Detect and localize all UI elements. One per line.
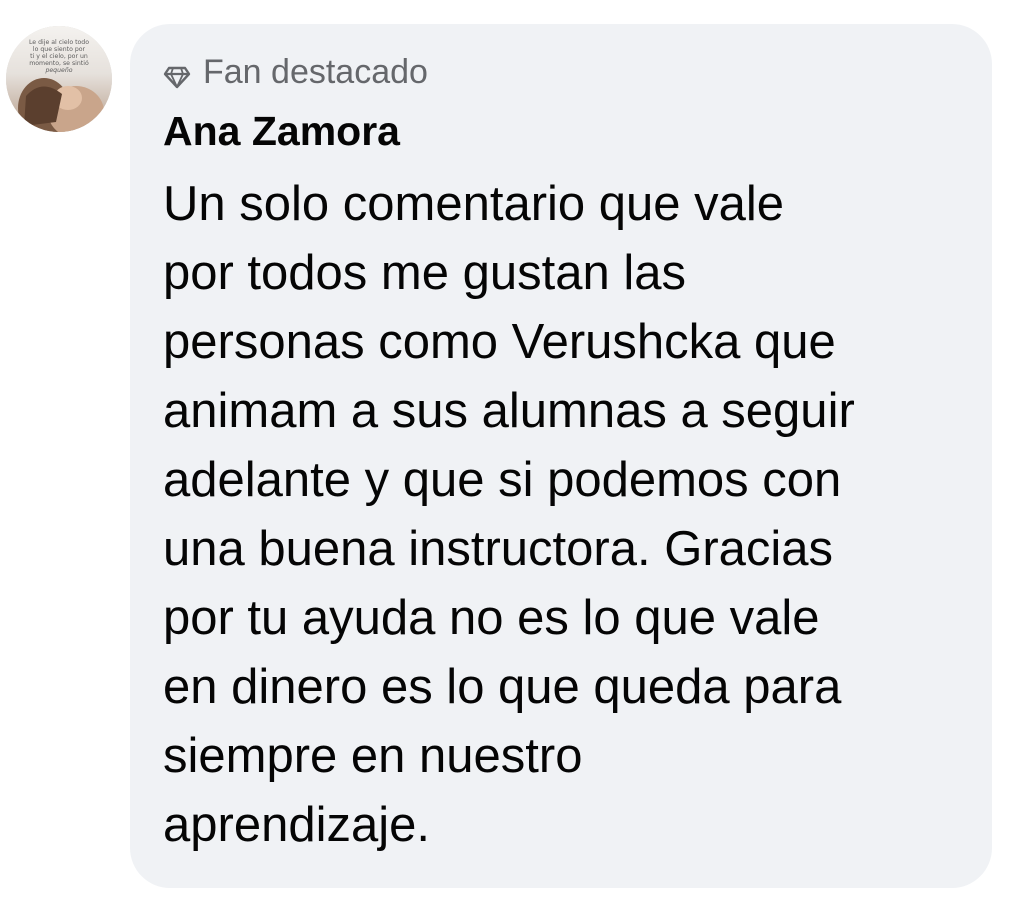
avatar-caption-line: lo que siento por — [33, 46, 86, 53]
comment-author[interactable]: Ana Zamora — [163, 106, 960, 156]
avatar-caption-line: momento, se sintió — [29, 59, 89, 67]
diamond-icon — [163, 58, 191, 89]
avatar-image: Le dije al cielo todo lo que siento por … — [6, 26, 112, 132]
avatar-caption-line: pequeño — [44, 67, 72, 74]
comment-bubble: Fan destacado Ana Zamora Un solo comenta… — [130, 24, 992, 888]
top-fan-badge[interactable]: Fan destacado — [163, 50, 960, 94]
comment-text: Un solo comentario que vale por todos me… — [163, 177, 855, 852]
badge-label: Fan destacado — [203, 53, 428, 91]
avatar-caption-line: ti y el cielo, por un — [30, 53, 88, 60]
avatar-caption-line: Le dije al cielo todo — [29, 39, 89, 46]
avatar[interactable]: Le dije al cielo todo lo que siento por … — [6, 26, 112, 132]
